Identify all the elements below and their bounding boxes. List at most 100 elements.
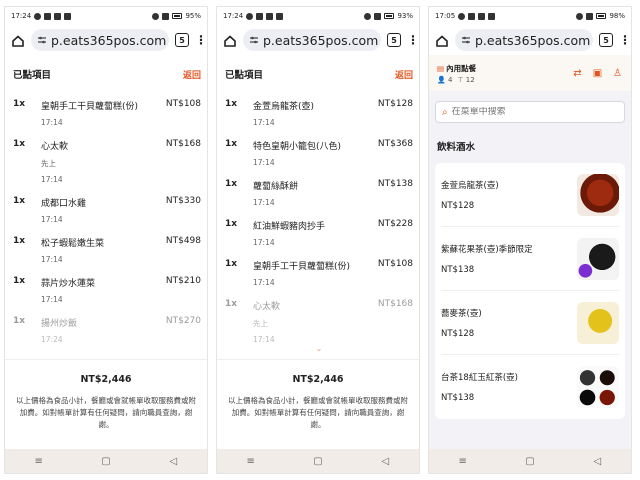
recent-apps-icon[interactable]: ≡ [453, 456, 473, 467]
system-nav-bar: ≡ ▢ ◁ [217, 449, 419, 473]
system-nav-bar: ≡ ▢ ◁ [5, 449, 207, 473]
back-button[interactable]: 返回 [395, 68, 413, 81]
item-price: NT$168 [165, 139, 201, 149]
recent-apps-icon[interactable]: ≡ [29, 456, 49, 467]
item-name: 蒜片炒水蓮菜 [41, 279, 96, 289]
item-price: NT$138 [377, 179, 413, 189]
item-time: 17:24 [41, 335, 63, 344]
home-nav-icon[interactable]: ▢ [520, 456, 540, 467]
item-name: 皇朝手工干貝蘿蔔糕(份) [41, 102, 139, 112]
item-name: 紅油鮮蝦豬肉抄手 [253, 222, 326, 232]
wifi-icon [374, 12, 382, 20]
item-time: 17:14 [41, 255, 63, 264]
dine-in-title: 內用點餐 [446, 63, 477, 73]
order-item: 1x 松子蝦鬆嫩生菜 17:14 NT$498 [13, 236, 201, 264]
more-menu-icon[interactable]: ⋮ [407, 34, 419, 46]
menu-item-price: NT$128 [441, 200, 475, 211]
language-icon[interactable]: ⇄ [572, 68, 583, 79]
app-icon [64, 12, 72, 20]
back-nav-icon[interactable]: ◁ [163, 456, 183, 467]
order-list-icon[interactable]: ▣ [592, 68, 603, 79]
signal-icon [576, 12, 584, 20]
tab-switcher-button[interactable]: 5 [387, 33, 401, 47]
site-settings-icon[interactable] [461, 35, 471, 45]
menu-item-price: NT$138 [441, 264, 475, 275]
home-icon[interactable] [435, 33, 449, 47]
back-nav-icon[interactable]: ◁ [587, 456, 607, 467]
recent-apps-icon[interactable]: ≡ [241, 456, 261, 467]
battery-icon [384, 13, 395, 19]
address-bar[interactable]: p.eats365pos.com [31, 29, 169, 51]
tab-switcher-button[interactable]: 5 [599, 33, 613, 47]
menu-item[interactable]: 金萱烏龍茶(壺) NT$128 [441, 163, 619, 227]
search-icon: ⌕ [442, 106, 448, 118]
order-title: 已點項目 [13, 70, 52, 81]
item-name: 特色皇朝小籠包(八色) [253, 142, 342, 152]
item-name: 金萱烏龍茶(壺) [253, 102, 315, 112]
order-item: 1x 特色皇朝小籠包(八色) 17:14 NT$368 [225, 139, 413, 167]
order-item: 1x 心太軟 先上 17:14 NT$168 [13, 139, 201, 184]
menu-item[interactable]: 台茶18紅玉紅茶(壺) NT$138 [441, 355, 619, 419]
order-item: 1x 金萱烏龍茶(壺) 17:14 NT$128 [225, 99, 413, 127]
browser-toolbar: p.eats365pos.com 5 ⋮ [429, 25, 631, 55]
menu-item-name: 台茶18紅玉紅茶(壺) [441, 373, 518, 383]
site-settings-icon[interactable] [249, 35, 259, 45]
order-item: 1x 揚州炒飯 17:24 NT$270 [13, 316, 201, 344]
menu-item[interactable]: 紫蘇花果茶(壺)季節限定 NT$138 [441, 227, 619, 291]
home-icon[interactable] [11, 33, 25, 47]
more-menu-icon[interactable]: ⋮ [619, 34, 631, 46]
more-menu-icon[interactable]: ⋮ [195, 34, 207, 46]
notification-icon [34, 12, 42, 20]
item-name: 蘿蔔絲酥餅 [253, 182, 299, 192]
tab-switcher-button[interactable]: 5 [175, 33, 189, 47]
item-time: 17:14 [41, 118, 63, 127]
item-price: NT$210 [165, 276, 201, 286]
address-bar[interactable]: p.eats365pos.com [243, 29, 381, 51]
item-price: NT$270 [165, 316, 201, 326]
site-settings-icon[interactable] [37, 35, 47, 45]
menu-item-price: NT$138 [441, 393, 475, 403]
item-name: 成都口水雞 [41, 199, 87, 209]
signal-icon [152, 12, 160, 20]
app-icon [44, 12, 52, 20]
item-quantity: 1x [13, 236, 26, 246]
status-bar: 17:24 95% [5, 7, 207, 25]
item-price: NT$108 [165, 99, 201, 109]
menu-item-photo [577, 173, 619, 216]
item-time: 17:14 [41, 175, 63, 184]
phone-screen-menu: 17:05 98% p.eats365pos.com 5 ⋮ ▤ 內用點餐 👤 4… [428, 6, 632, 474]
menu-item-list: 金萱烏龍茶(壺) NT$128 紫蘇花果茶(壺)季節限定 NT$138 蕎麥茶(壺)… [435, 163, 625, 419]
back-nav-icon[interactable]: ◁ [375, 456, 395, 467]
wifi-icon [586, 12, 594, 20]
home-nav-icon[interactable]: ▢ [96, 456, 116, 467]
order-item: 1x 紅油鮮蝦豬肉抄手 17:14 NT$228 [225, 219, 413, 247]
item-quantity: 1x [13, 139, 26, 149]
account-icon[interactable]: ♙ [612, 68, 623, 79]
address-bar[interactable]: p.eats365pos.com [455, 29, 593, 51]
app-icon [266, 12, 274, 20]
order-summary: NT$2,446 以上價格為食品小計，餐廳或會就帳單收取服務費或附加費。如對帳單… [217, 359, 419, 431]
table-number-value: 12 [465, 75, 475, 84]
item-quantity: 1x [225, 179, 238, 189]
item-time: 17:14 [253, 118, 275, 127]
status-time: 17:24 [11, 12, 32, 20]
item-time: 17:14 [253, 278, 275, 287]
phone-screen-order-2: 17:24 93% p.eats365pos.com 5 ⋮ 已點項目 返回 1… [216, 6, 420, 474]
back-button[interactable]: 返回 [183, 68, 201, 81]
menu-item-name: 蕎麥茶(壺) [441, 308, 482, 319]
search-input[interactable] [451, 107, 592, 117]
table-number: ⊤ 12 [457, 76, 474, 84]
status-bar: 17:24 93% [217, 7, 419, 25]
home-nav-icon[interactable]: ▢ [308, 456, 328, 467]
item-quantity: 1x [13, 276, 26, 286]
menu-search[interactable]: ⌕ [435, 101, 625, 123]
order-list: 1x 皇朝手工干貝蘿蔔糕(份) 17:14 NT$108 1x 心太軟 先上 17:1… [5, 99, 207, 344]
category-title: 飲料酒水 [437, 142, 476, 153]
browser-toolbar: p.eats365pos.com 5 ⋮ [217, 25, 419, 55]
system-nav-bar: ≡ ▢ ◁ [429, 449, 631, 473]
order-item: 1x 蘿蔔絲酥餅 17:14 NT$138 [225, 179, 413, 207]
menu-item[interactable]: 蕎麥茶(壺) NT$128 [441, 291, 619, 355]
app-icon [478, 12, 486, 20]
battery-level: 93% [397, 12, 413, 20]
home-icon[interactable] [223, 33, 237, 47]
